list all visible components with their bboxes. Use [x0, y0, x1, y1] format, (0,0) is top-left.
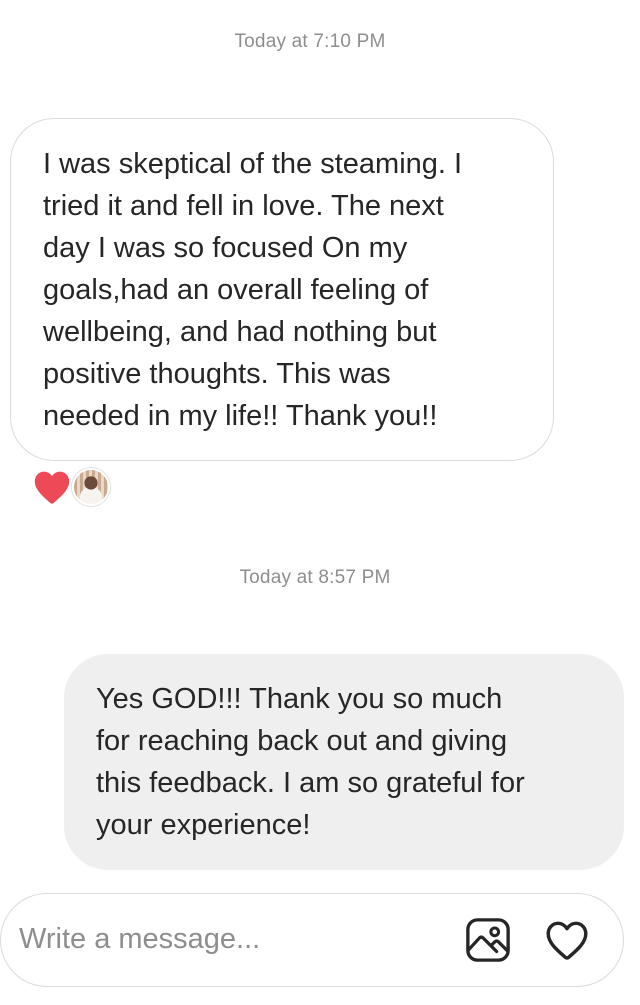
message-line: your experience! — [96, 809, 311, 841]
reactor-avatar[interactable] — [72, 468, 110, 506]
received-message-bubble[interactable]: I was skeptical of the steaming. I tried… — [10, 118, 554, 461]
message-line: needed in my life!! Thank you!! — [43, 400, 438, 432]
message-line: I was skeptical of the steaming. I — [43, 148, 463, 180]
sent-message-bubble[interactable]: Yes GOD!!! Thank you so much for reachin… — [64, 654, 624, 870]
message-timestamp: Today at 7:10 PM — [234, 31, 386, 52]
message-line: this feedback. I am so grateful for — [96, 767, 525, 799]
message-line: wellbeing, and had nothing but — [43, 316, 437, 348]
message-line: tried it and fell in love. The next — [43, 190, 444, 222]
heart-icon[interactable] — [32, 469, 72, 505]
message-reactions[interactable] — [32, 468, 122, 506]
message-line: Yes GOD!!! Thank you so much — [96, 683, 503, 715]
message-composer — [0, 893, 624, 987]
message-line: for reaching back out and giving — [96, 725, 508, 757]
heart-outline-icon[interactable] — [544, 917, 590, 963]
message-line: positive thoughts. This was — [43, 358, 391, 390]
message-line: day I was so focused On my — [43, 232, 408, 264]
message-timestamp: Today at 8:57 PM — [239, 567, 391, 588]
message-line: goals,had an overall feeling of — [43, 274, 429, 306]
message-input[interactable] — [19, 916, 419, 962]
image-icon[interactable] — [465, 917, 511, 963]
